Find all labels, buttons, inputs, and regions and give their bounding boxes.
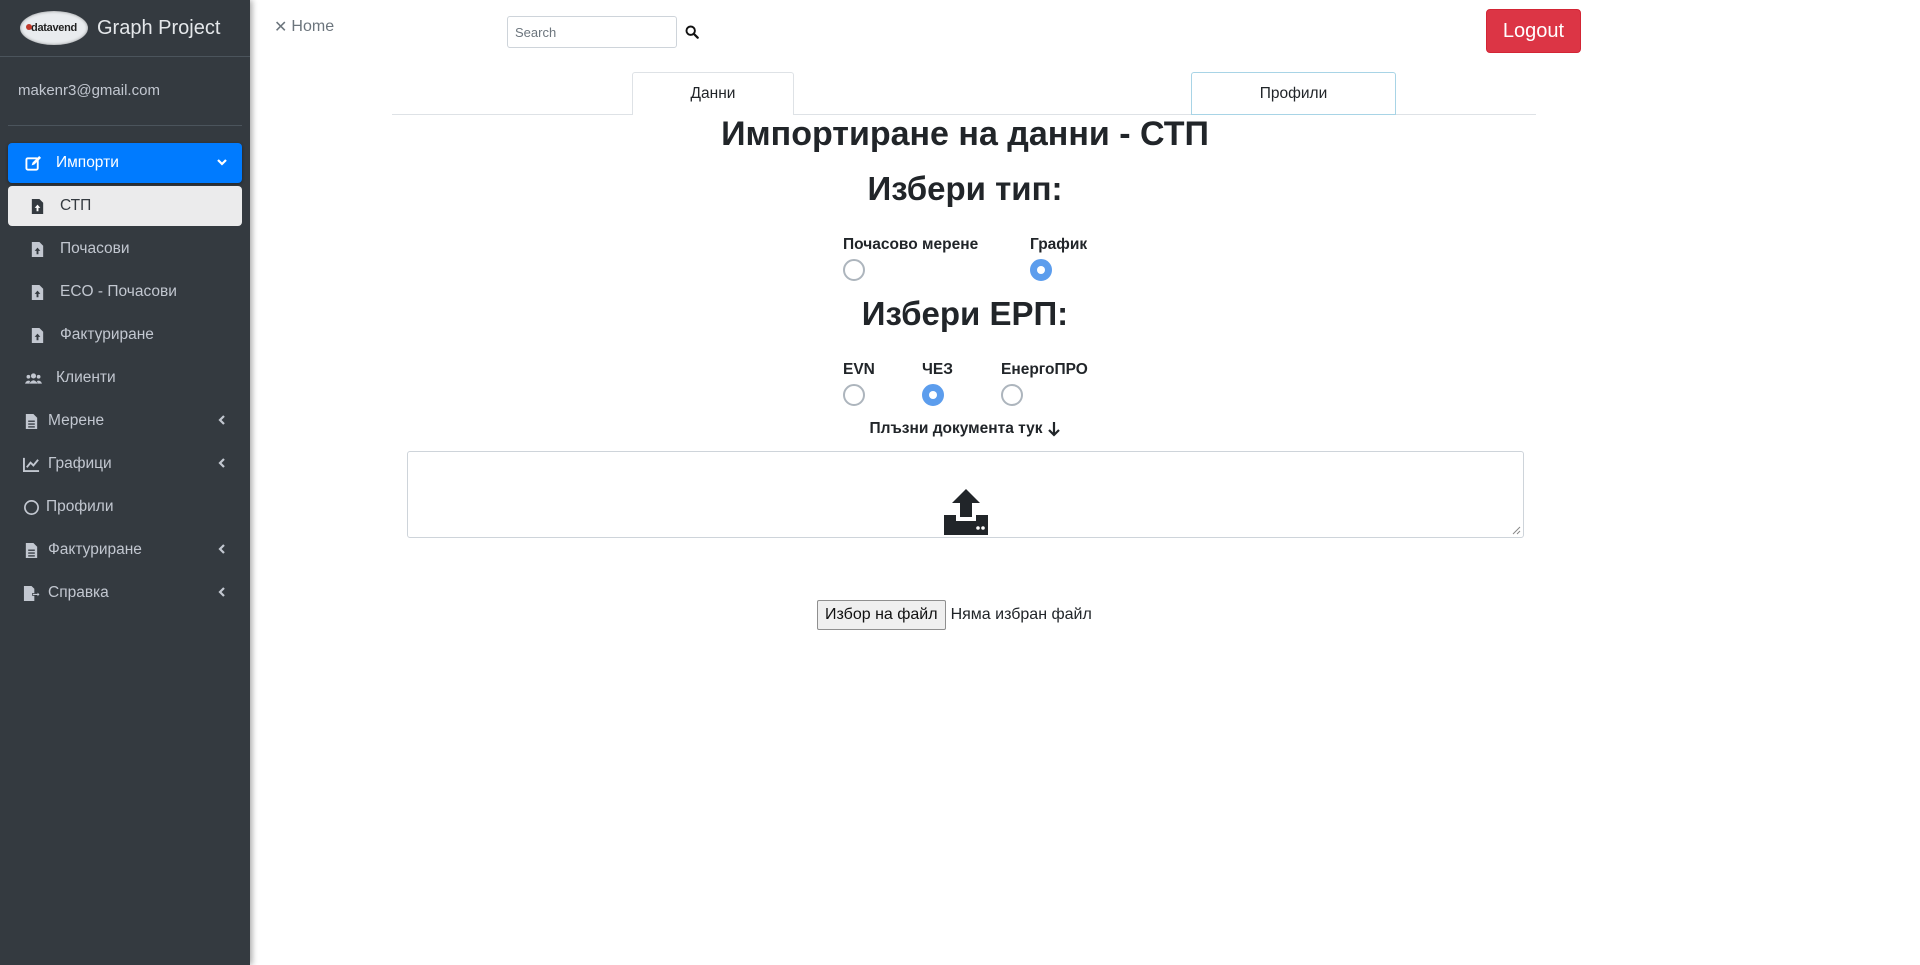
file-icon: [22, 412, 40, 430]
file-upload-icon: [28, 283, 46, 301]
file-upload-icon: [28, 326, 46, 344]
user-email[interactable]: makenr3@gmail.com: [0, 57, 250, 124]
brand-title: Graph Project: [97, 16, 221, 39]
chevron-down-icon: [216, 155, 228, 171]
sidebar-item-label: Почасови: [60, 240, 130, 257]
home-label: Home: [291, 18, 335, 35]
sidebar-item-label: Справка: [48, 584, 109, 601]
drop-label: Плъзни документа тук: [250, 420, 1680, 438]
search-form: [507, 16, 707, 48]
sidebar-item-metering[interactable]: Мерене: [8, 401, 242, 441]
drop-label-text: Плъзни документа тук: [869, 420, 1043, 437]
sidebar-item-label: Клиенти: [56, 369, 116, 386]
upload-icon: [944, 489, 988, 535]
file-input: Избор на файл Няма избран файл: [817, 600, 1092, 630]
sidebar-item-label: Импорти: [56, 154, 119, 171]
radio-label: ЧЕЗ: [922, 361, 953, 378]
sidebar-item-charts[interactable]: Графици: [8, 444, 242, 484]
chevron-left-icon: [216, 542, 228, 558]
radio-label: EVN: [843, 361, 875, 378]
arrow-down-icon: [1047, 422, 1060, 437]
file-upload-icon: [28, 197, 46, 215]
sign-out-icon: [22, 584, 40, 602]
radio-hourly-metering[interactable]: [843, 259, 865, 281]
search-input[interactable]: [507, 16, 677, 48]
search-icon[interactable]: [677, 17, 707, 47]
home-link[interactable]: ✕ Home: [274, 17, 334, 37]
page-title: Импортиране на данни - СТП: [721, 115, 1209, 153]
sidebar-item-clients[interactable]: Клиенти: [8, 358, 242, 398]
brand-logo: datavend: [20, 11, 88, 45]
sidebar-item-label: Фактуриране: [60, 326, 154, 343]
type-heading: Избери тип:: [867, 170, 1063, 207]
edit-icon: [24, 154, 42, 172]
sidebar-item-label: Фактуриране: [48, 541, 142, 558]
resize-handle-icon[interactable]: [1512, 526, 1521, 535]
tab-bar: Данни Профили: [392, 72, 1536, 115]
sidebar-item-label: Профили: [46, 498, 114, 515]
radio-label: Почасово мерене: [843, 236, 979, 253]
chart-line-icon: [22, 455, 40, 473]
sidebar-item-report[interactable]: Справка: [8, 573, 242, 613]
close-icon[interactable]: ✕: [274, 17, 287, 37]
sidebar-item-profiles[interactable]: Профили: [8, 487, 242, 527]
radio-option-energopro[interactable]: ЕнергоПРО: [1001, 361, 1088, 406]
sidebar-item-hourly[interactable]: Почасови: [8, 229, 242, 269]
file-icon: [22, 541, 40, 559]
sidebar-item-label: Графици: [48, 455, 112, 472]
file-status: Няма избран файл: [950, 606, 1092, 623]
top-navbar: ✕ Home Logout: [250, 0, 1920, 60]
radio-cez[interactable]: [922, 384, 944, 406]
radio-option-hourly[interactable]: Почасово мерене: [843, 236, 978, 281]
radio-label: График: [1030, 236, 1088, 253]
file-upload-icon: [28, 240, 46, 258]
users-icon: [24, 369, 42, 387]
brand-link[interactable]: datavend Graph Project: [0, 0, 250, 57]
circle-icon: [22, 498, 40, 516]
chevron-left-icon: [216, 585, 228, 601]
sidebar-menu: Импорти СТП Почасови ECO - Почасови Факт…: [0, 126, 250, 613]
logout-button[interactable]: Logout: [1486, 9, 1581, 53]
sidebar-item-label: СТП: [60, 197, 92, 214]
file-dropzone[interactable]: [407, 451, 1524, 538]
chevron-left-icon: [216, 456, 228, 472]
radio-option-schedule[interactable]: График: [1030, 236, 1087, 281]
sidebar-item-stp[interactable]: СТП: [8, 186, 242, 226]
sidebar-item-imports[interactable]: Импорти: [8, 143, 242, 183]
sidebar-item-eco-hourly[interactable]: ECO - Почасови: [8, 272, 242, 312]
sidebar-item-label: Мерене: [48, 412, 105, 429]
erp-heading: Избери ЕРП:: [861, 295, 1069, 332]
radio-evn[interactable]: [843, 384, 865, 406]
sidebar-item-invoicing[interactable]: Фактуриране: [8, 530, 242, 570]
tab-data[interactable]: Данни: [632, 72, 794, 115]
sidebar: datavend Graph Project makenr3@gmail.com…: [0, 0, 250, 965]
radio-option-cez[interactable]: ЧЕЗ: [922, 361, 953, 406]
sidebar-item-invoicing-import[interactable]: Фактуриране: [8, 315, 242, 355]
radio-label: ЕнергоПРО: [1001, 361, 1088, 378]
brand-logo-text: datavend: [31, 22, 77, 34]
tab-profiles[interactable]: Профили: [1191, 72, 1396, 115]
chevron-left-icon: [216, 413, 228, 429]
radio-option-evn[interactable]: EVN: [843, 361, 875, 406]
radio-energopro[interactable]: [1001, 384, 1023, 406]
sidebar-item-label: ECO - Почасови: [60, 283, 177, 300]
choose-file-button[interactable]: Избор на файл: [817, 600, 946, 630]
radio-schedule[interactable]: [1030, 259, 1052, 281]
